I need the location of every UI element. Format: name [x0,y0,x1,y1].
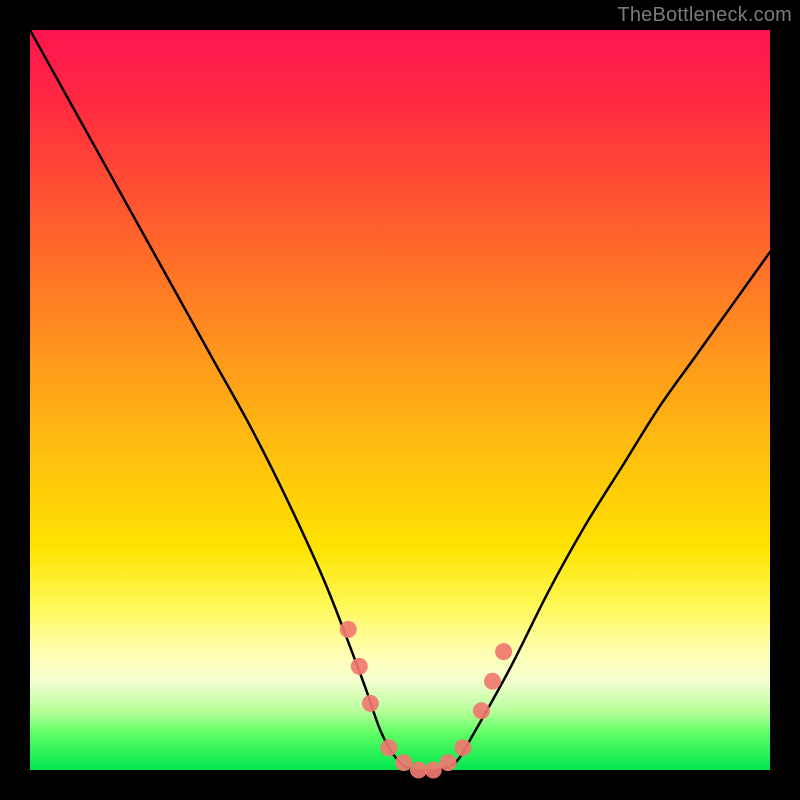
marker-group [340,621,512,779]
watermark-text: TheBottleneck.com [617,4,792,27]
marker-dot [380,739,397,756]
marker-dot [425,762,442,779]
marker-dot [395,754,412,771]
marker-dot [340,621,357,638]
marker-dot [351,658,368,675]
marker-dot [362,695,379,712]
bottleneck-curve-path [30,30,770,771]
marker-dot [440,754,457,771]
marker-dot [484,673,501,690]
plot-area [30,30,770,770]
curve-svg [30,30,770,770]
marker-dot [473,702,490,719]
marker-dot [410,762,427,779]
chart-frame: TheBottleneck.com [0,0,800,800]
marker-dot [495,643,512,660]
marker-dot [454,739,471,756]
